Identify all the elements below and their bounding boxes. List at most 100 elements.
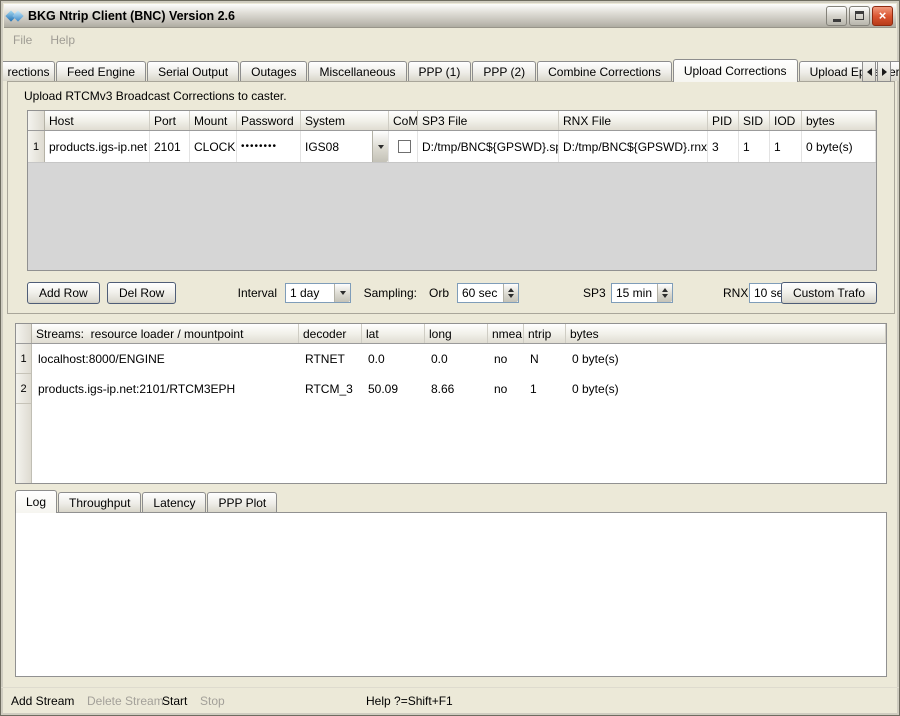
stream-row[interactable]: products.igs-ip.net:2101/RTCM3EPH RTCM_3…	[32, 374, 886, 404]
streams-header-lat: lat	[362, 324, 425, 343]
stream-row[interactable]: localhost:8000/ENGINE RTNET 0.0 0.0 no N…	[32, 344, 886, 374]
password-cell[interactable]: ••••••••	[237, 131, 301, 162]
orb-value: 60 sec	[458, 284, 503, 302]
tab-combine-corrections[interactable]: Combine Corrections	[537, 61, 672, 81]
spinner-up-down-icon[interactable]	[657, 284, 672, 302]
streams-row-numbers: 1 2	[16, 344, 32, 483]
menu-file[interactable]: File	[13, 33, 32, 47]
mountpoint-cell: localhost:8000/ENGINE	[32, 344, 299, 374]
long-cell: 0.0	[425, 344, 488, 374]
add-row-button[interactable]: Add Row	[27, 282, 100, 304]
rnx-file-cell[interactable]: D:/tmp/BNC${GPSWD}.rnx	[559, 131, 708, 162]
streams-header-decoder: decoder	[299, 324, 362, 343]
port-cell[interactable]: 2101	[150, 131, 190, 162]
streams-rows: localhost:8000/ENGINE RTNET 0.0 0.0 no N…	[32, 344, 886, 404]
ntrip-cell: 1	[524, 374, 566, 404]
tab-ppp-1[interactable]: PPP (1)	[408, 61, 472, 81]
tab-scroll-buttons	[861, 61, 891, 82]
statusbar: Add Stream Delete Stream Start Stop Help…	[1, 687, 899, 713]
delete-stream-action[interactable]: Delete Stream	[87, 688, 164, 714]
host-cell[interactable]: products.igs-ip.net	[45, 131, 150, 162]
header-corner	[28, 111, 45, 130]
streams-table-header: Streams: resource loader / mountpoint de…	[16, 324, 886, 344]
system-combobox[interactable]: IGS08	[301, 131, 388, 162]
upload-table-row: 1 products.igs-ip.net 2101 CLOCK •••••••…	[28, 131, 876, 163]
header-bytes: bytes	[802, 111, 876, 130]
tab-scroll-right-button[interactable]	[877, 61, 891, 82]
iod-cell[interactable]: 1	[770, 131, 802, 162]
arrow-left-icon	[867, 68, 872, 76]
mountpoint-cell: products.igs-ip.net:2101/RTCM3EPH	[32, 374, 299, 404]
tab-latency[interactable]: Latency	[142, 492, 206, 512]
streams-table: Streams: resource loader / mountpoint de…	[15, 323, 887, 484]
upload-table: Host Port Mount Password System CoM SP3 …	[27, 110, 877, 271]
help-shortcut-label: Help ?=Shift+F1	[366, 688, 453, 714]
custom-trafo-button[interactable]: Custom Trafo	[781, 282, 877, 304]
row-number: 1	[28, 131, 45, 162]
tab-ppp-2[interactable]: PPP (2)	[472, 61, 536, 81]
header-sid: SID	[739, 111, 770, 130]
upload-table-header: Host Port Mount Password System CoM SP3 …	[28, 111, 876, 131]
interval-label: Interval	[205, 280, 277, 306]
add-stream-action[interactable]: Add Stream	[11, 688, 74, 714]
tab-scroll-left-button[interactable]	[862, 61, 876, 82]
system-value: IGS08	[301, 131, 372, 162]
tab-throughput[interactable]: Throughput	[58, 492, 141, 512]
pid-cell[interactable]: 3	[708, 131, 739, 162]
header-port: Port	[150, 111, 190, 130]
bottom-tabbar: Log Throughput Latency PPP Plot	[15, 490, 278, 513]
start-action[interactable]: Start	[162, 688, 187, 714]
tab-broadcast-corrections[interactable]: rections	[3, 61, 55, 81]
tab-log[interactable]: Log	[15, 490, 57, 513]
window-title: BKG Ntrip Client (BNC) Version 2.6	[28, 9, 824, 23]
sid-cell[interactable]: 1	[739, 131, 770, 162]
lat-cell: 0.0	[362, 344, 425, 374]
orb-spinbox[interactable]: 60 sec	[457, 283, 519, 303]
rnx-label: RNX	[723, 280, 748, 306]
interval-value: 1 day	[286, 284, 334, 302]
menu-help[interactable]: Help	[50, 33, 75, 47]
header-mount: Mount	[190, 111, 237, 130]
sp3-file-cell[interactable]: D:/tmp/BNC${GPSWD}.sp3	[418, 131, 559, 162]
tabbar: rections Feed Engine Serial Output Outag…	[3, 59, 859, 82]
lat-cell: 50.09	[362, 374, 425, 404]
tab-ppp-plot[interactable]: PPP Plot	[207, 492, 277, 512]
chevron-down-icon	[372, 131, 388, 162]
header-rnx-file: RNX File	[559, 111, 708, 130]
interval-combobox[interactable]: 1 day	[285, 283, 351, 303]
mount-cell[interactable]: CLOCK	[190, 131, 237, 162]
spinner-up-down-icon[interactable]	[503, 284, 518, 302]
tab-miscellaneous[interactable]: Miscellaneous	[308, 61, 406, 81]
tab-upload-corrections[interactable]: Upload Corrections	[673, 59, 798, 82]
log-panel[interactable]	[15, 512, 887, 677]
sp3-label: SP3	[583, 280, 606, 306]
bytes-cell: 0 byte(s)	[802, 131, 876, 162]
maximize-button[interactable]	[849, 6, 870, 26]
decoder-cell: RTNET	[299, 344, 362, 374]
minimize-button[interactable]	[826, 6, 847, 26]
minimize-icon	[833, 19, 841, 22]
upload-description: Upload RTCMv3 Broadcast Corrections to c…	[24, 89, 287, 103]
tab-outages[interactable]: Outages	[240, 61, 307, 81]
long-cell: 8.66	[425, 374, 488, 404]
titlebar[interactable]: BKG Ntrip Client (BNC) Version 2.6 ×	[4, 4, 896, 28]
tab-serial-output[interactable]: Serial Output	[147, 61, 239, 81]
sp3-spinbox[interactable]: 15 min	[611, 283, 673, 303]
sp3-value: 15 min	[612, 284, 657, 302]
row-number: 1	[16, 344, 31, 374]
streams-header-ntrip: ntrip	[524, 324, 566, 343]
del-row-button[interactable]: Del Row	[107, 282, 176, 304]
streams-header-bytes: bytes	[566, 324, 886, 343]
close-button[interactable]: ×	[872, 6, 893, 26]
com-checkbox[interactable]	[398, 140, 411, 153]
header-password: Password	[237, 111, 301, 130]
nmea-cell: no	[488, 374, 524, 404]
tab-feed-engine[interactable]: Feed Engine	[56, 61, 146, 81]
upload-controls: Add Row Del Row Interval 1 day Sampling:…	[27, 280, 877, 306]
stop-action[interactable]: Stop	[200, 688, 225, 714]
header-sp3-file: SP3 File	[418, 111, 559, 130]
decoder-cell: RTCM_3	[299, 374, 362, 404]
header-system: System	[301, 111, 389, 130]
sampling-label: Sampling:	[343, 280, 417, 306]
app-window: BKG Ntrip Client (BNC) Version 2.6 × Fil…	[0, 0, 900, 716]
